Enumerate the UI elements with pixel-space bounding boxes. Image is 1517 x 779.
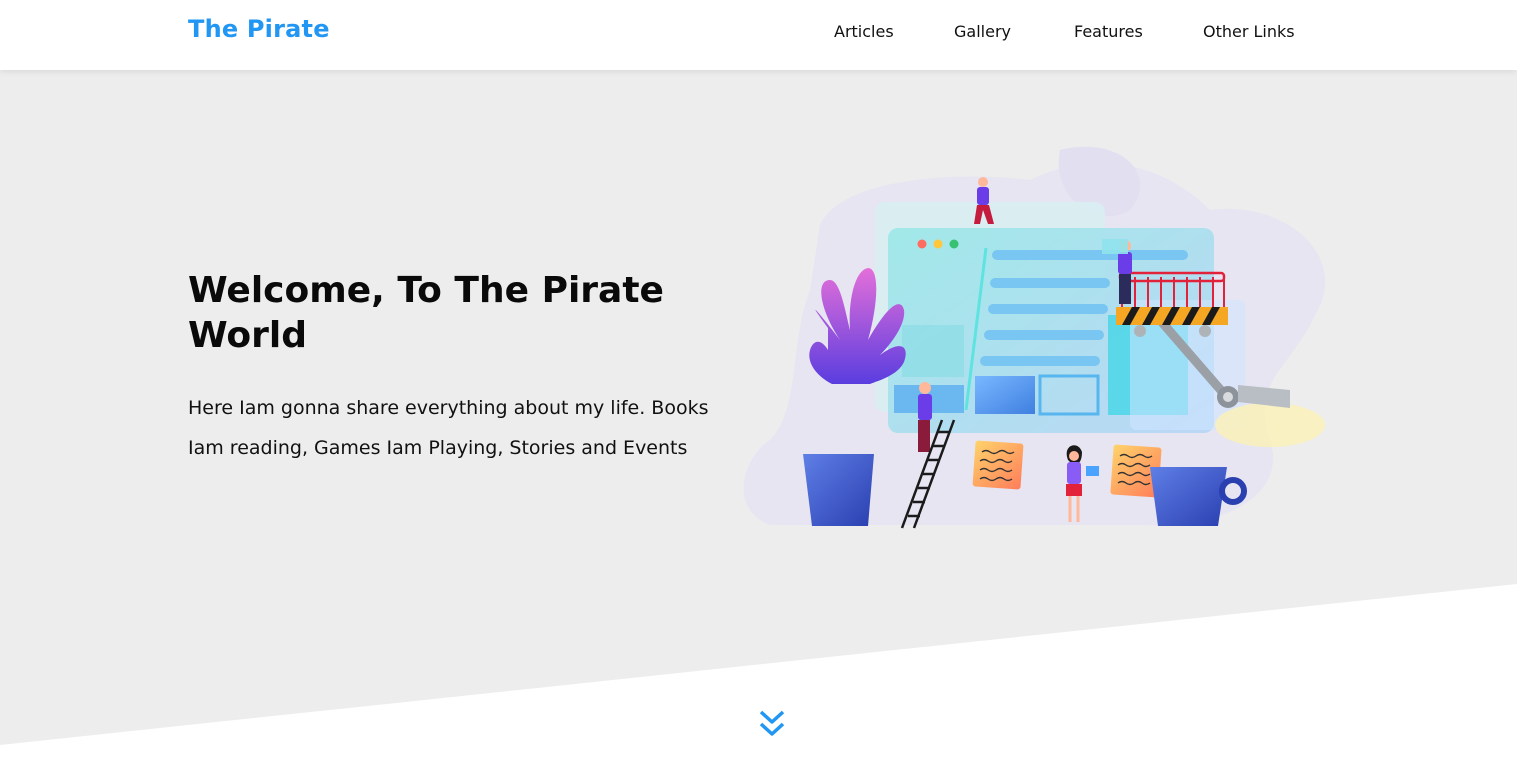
- double-chevron-down-icon[interactable]: [756, 708, 788, 740]
- nav-link-articles[interactable]: Articles: [834, 22, 894, 41]
- sticky-note-left: [972, 440, 1024, 490]
- nav-link-other-links[interactable]: Other Links: [1203, 22, 1295, 41]
- hero-description: Here Iam gonna share everything about my…: [188, 397, 709, 459]
- hero-title: Welcome, To The Pirate World: [188, 270, 664, 356]
- nav-link-features[interactable]: Features: [1074, 22, 1143, 41]
- web-development-illustration: [743, 146, 1326, 529]
- navbar: The Pirate Articles Gallery Features Oth…: [0, 0, 1517, 70]
- nav-link-gallery[interactable]: Gallery: [954, 22, 1011, 41]
- nav-links: Articles Gallery Features Other Links: [0, 22, 1517, 46]
